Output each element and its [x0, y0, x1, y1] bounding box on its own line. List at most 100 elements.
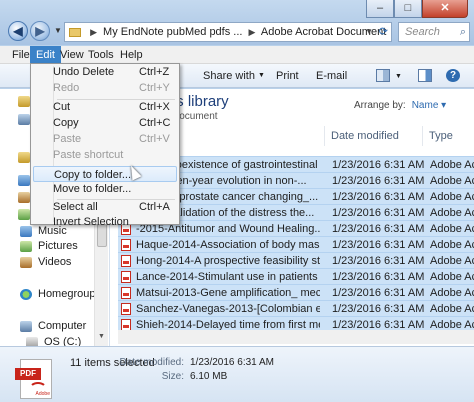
breadcrumb-item[interactable]: My EndNote pubMed pdfs ...	[103, 26, 242, 38]
file-date: 1/23/2016 6:31 AM	[332, 271, 425, 283]
file-date: 1/23/2016 6:31 AM	[332, 175, 425, 187]
forward-button[interactable]: ▶	[30, 21, 50, 41]
menu-item-paste[interactable]: Paste Ctrl+V	[33, 131, 177, 147]
file-type: Adobe Acro	[430, 191, 474, 203]
library-folder-icon[interactable]	[18, 175, 30, 186]
file-type: Adobe Acro	[430, 255, 474, 267]
arrange-by-label: Arrange by:	[354, 100, 406, 111]
menu-item-move-to-folder[interactable]: Move to folder...	[33, 181, 177, 197]
change-view-icon[interactable]	[376, 69, 390, 82]
menu-item-cut[interactable]: Cut Ctrl+X	[33, 99, 177, 115]
file-type: Adobe Acro	[430, 207, 474, 219]
file-row[interactable]: Lance-2014-Stimulant use in patients wit…	[118, 268, 474, 284]
favorites-icon[interactable]	[18, 96, 30, 107]
preview-pane-icon[interactable]	[418, 69, 432, 82]
menu-item-shortcut: Ctrl+A	[139, 201, 170, 213]
file-name: Lance-2014-Stimulant use in patients wit…	[136, 271, 320, 283]
print-button[interactable]: Print	[276, 68, 299, 84]
pdf-file-icon	[121, 271, 131, 283]
share-with-button[interactable]: Share with ▼	[203, 68, 265, 84]
library-folder-icon[interactable]	[18, 209, 30, 220]
search-icon[interactable]: ⌕	[460, 23, 466, 41]
file-type: Adobe Acro	[430, 159, 474, 171]
file-type: Adobe Acro	[430, 175, 474, 187]
nav-item-homegroup[interactable]: Homegroup	[20, 286, 95, 302]
file-date: 1/23/2016 6:31 AM	[332, 207, 425, 219]
music-icon	[20, 225, 32, 237]
minimize-button[interactable]: –	[366, 0, 394, 18]
desktop-icon[interactable]	[18, 114, 30, 125]
videos-icon	[20, 256, 32, 268]
menu-item-copy-to-folder[interactable]: Copy to folder...	[33, 166, 177, 182]
menu-item-paste-shortcut[interactable]: Paste shortcut	[33, 147, 177, 163]
file-name: Matsui-2013-Gene amplification_ mechanis…	[136, 287, 320, 299]
menu-help[interactable]: Help	[114, 46, 149, 64]
menu-item-select-all[interactable]: Select all Ctrl+A	[33, 199, 177, 215]
share-with-label: Share with	[203, 70, 255, 82]
back-arrow-icon: ◀	[13, 24, 23, 38]
address-bar[interactable]: ▶ My EndNote pubMed pdfs ... ▶ Adobe Acr…	[64, 22, 392, 42]
address-dropdown-icon[interactable]: ▼	[365, 23, 373, 41]
size-label: Size:	[161, 371, 184, 382]
file-name: Hong-2014-A prospective feasibility stud…	[136, 255, 320, 267]
homegroup-icon	[20, 288, 32, 300]
pdf-file-icon	[121, 255, 131, 267]
file-row[interactable]: Sanchez-Vanegas-2013-[Colombian experien…	[118, 300, 474, 316]
refresh-icon[interactable]: ⟳	[379, 23, 388, 41]
nav-item-videos[interactable]: Videos	[20, 254, 71, 270]
column-header-type[interactable]: Type	[422, 126, 474, 146]
horizontal-scrollbar[interactable]	[118, 330, 474, 344]
file-type: Adobe Acro	[430, 303, 474, 315]
menu-bar: File Edit View Tools Help	[0, 46, 474, 64]
library-folder-icon[interactable]	[18, 192, 30, 203]
search-placeholder: Search	[405, 26, 440, 38]
menu-item-shortcut: Ctrl+V	[139, 133, 170, 145]
menu-item-label: Select all	[53, 201, 98, 213]
file-name: Haque-2014-Association of body mass inde…	[136, 239, 320, 251]
nav-item-computer[interactable]: Computer	[20, 318, 86, 334]
file-type: Adobe Acro	[430, 271, 474, 283]
menu-item-redo[interactable]: Redo Ctrl+Y	[33, 80, 177, 96]
menu-item-label: Cut	[53, 101, 71, 113]
pictures-icon	[20, 240, 32, 252]
file-date: 1/23/2016 6:31 AM	[332, 239, 425, 251]
maximize-button[interactable]: □	[394, 0, 422, 18]
nav-item-pictures[interactable]: Pictures	[20, 238, 78, 254]
help-icon[interactable]: ?	[446, 69, 460, 82]
recent-pages-dropdown[interactable]: ▼	[54, 26, 62, 35]
file-date: 1/23/2016 6:31 AM	[332, 191, 425, 203]
back-button[interactable]: ◀	[8, 21, 28, 41]
libraries-icon[interactable]	[18, 152, 30, 163]
menu-item-label: Redo	[53, 82, 80, 94]
chevron-right-icon[interactable]: ▶	[90, 27, 97, 37]
scroll-down-icon[interactable]: ▼	[98, 333, 105, 340]
file-date: 1/23/2016 6:31 AM	[332, 255, 425, 267]
nav-item-label: Computer	[38, 320, 87, 332]
menu-item-label: Undo Delete	[53, 66, 115, 78]
column-header-date[interactable]: Date modified	[324, 126, 422, 146]
menu-item-invert-selection[interactable]: Invert Selection	[33, 214, 177, 230]
menu-item-shortcut: Ctrl+Y	[139, 82, 170, 94]
close-button[interactable]: ✕	[422, 0, 468, 18]
folder-icon	[69, 27, 81, 37]
file-date: 1/23/2016 6:31 AM	[332, 287, 425, 299]
forward-arrow-icon: ▶	[35, 24, 45, 38]
file-type: Adobe Acro	[430, 223, 474, 235]
search-input[interactable]: Search ⌕	[398, 22, 470, 42]
file-type: Adobe Acro	[430, 239, 474, 251]
menu-item-undo-delete[interactable]: Undo Delete Ctrl+Z	[33, 64, 177, 80]
menu-item-copy[interactable]: Copy Ctrl+C	[33, 115, 177, 131]
file-row[interactable]: Haque-2014-Association of body mass inde…	[118, 236, 474, 252]
chevron-right-icon[interactable]: ▶	[249, 27, 256, 37]
email-button[interactable]: E-mail	[316, 68, 347, 84]
menu-item-shortcut: Ctrl+Z	[139, 66, 170, 78]
menu-item-label: Paste	[53, 133, 82, 145]
file-row[interactable]: Hong-2014-A prospective feasibility stud…	[118, 252, 474, 268]
views-dropdown[interactable]: ▼	[392, 69, 402, 85]
file-row[interactable]: Matsui-2013-Gene amplification_ mechanis…	[118, 284, 474, 300]
arrange-by-dropdown[interactable]: Name ▾	[412, 100, 446, 111]
file-type: Adobe Acro	[430, 287, 474, 299]
adobe-brand: Adobe	[35, 391, 50, 397]
menu-item-shortcut: Ctrl+C	[139, 117, 171, 129]
date-modified-label: Date modified:	[119, 357, 184, 368]
